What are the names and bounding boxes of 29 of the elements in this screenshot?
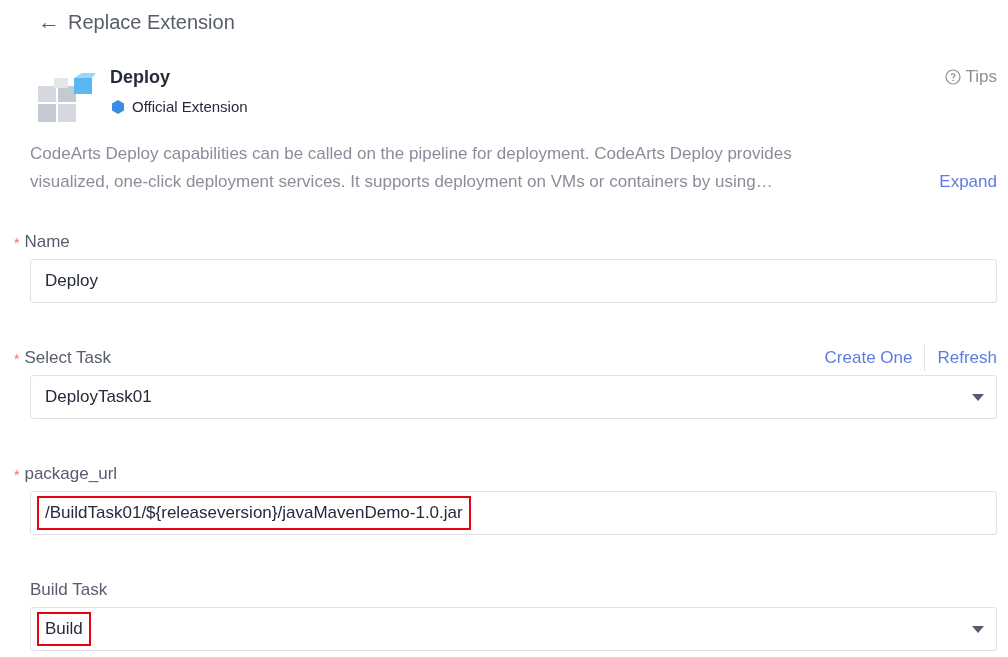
badge-icon [110,99,126,116]
field-label: Select Task [24,347,112,370]
field-label: package_url [24,463,118,486]
required-asterisk: * [14,234,20,253]
tips-link[interactable]: Tips [965,64,997,90]
back-arrow-icon[interactable]: ← [38,11,60,33]
field-value: DeployTask01 [44,386,153,409]
field-label: Build Task [30,579,108,602]
caret-icon [972,393,984,401]
action-link[interactable]: Create One [812,345,925,371]
help-icon[interactable] [944,68,961,85]
field-label: Name [24,231,70,254]
extension-name: Deploy [110,66,171,88]
required-asterisk: * [14,350,20,369]
field-value: Deploy [44,270,99,293]
expand-link[interactable]: Expand [939,168,997,196]
dropdown[interactable]: DeployTask01 [30,375,997,419]
page-title: Replace Extension [68,10,235,35]
description-line: CodeArts Deploy capabilities can be called on the pipeline for deployment. CodeArts Deploy provides [30,143,793,165]
highlighted-value: Build [37,612,91,646]
input-field[interactable]: Deploy [30,259,997,303]
dropdown[interactable]: Build [30,607,997,651]
caret-icon [972,625,984,633]
action-link[interactable]: Refresh [924,345,997,371]
input-field[interactable]: /BuildTask01/${releaseversion}/javaMavenDemo-1.0.jar [30,491,997,535]
required-asterisk: * [14,466,20,485]
highlighted-value: /BuildTask01/${releaseversion}/javaMavenDemo-1.0.jar [37,496,471,530]
description-line: visualized, one-click deployment services. It supports deployment on VMs or containers by using… [30,171,774,193]
official-badge-label: Official Extension [132,97,248,117]
